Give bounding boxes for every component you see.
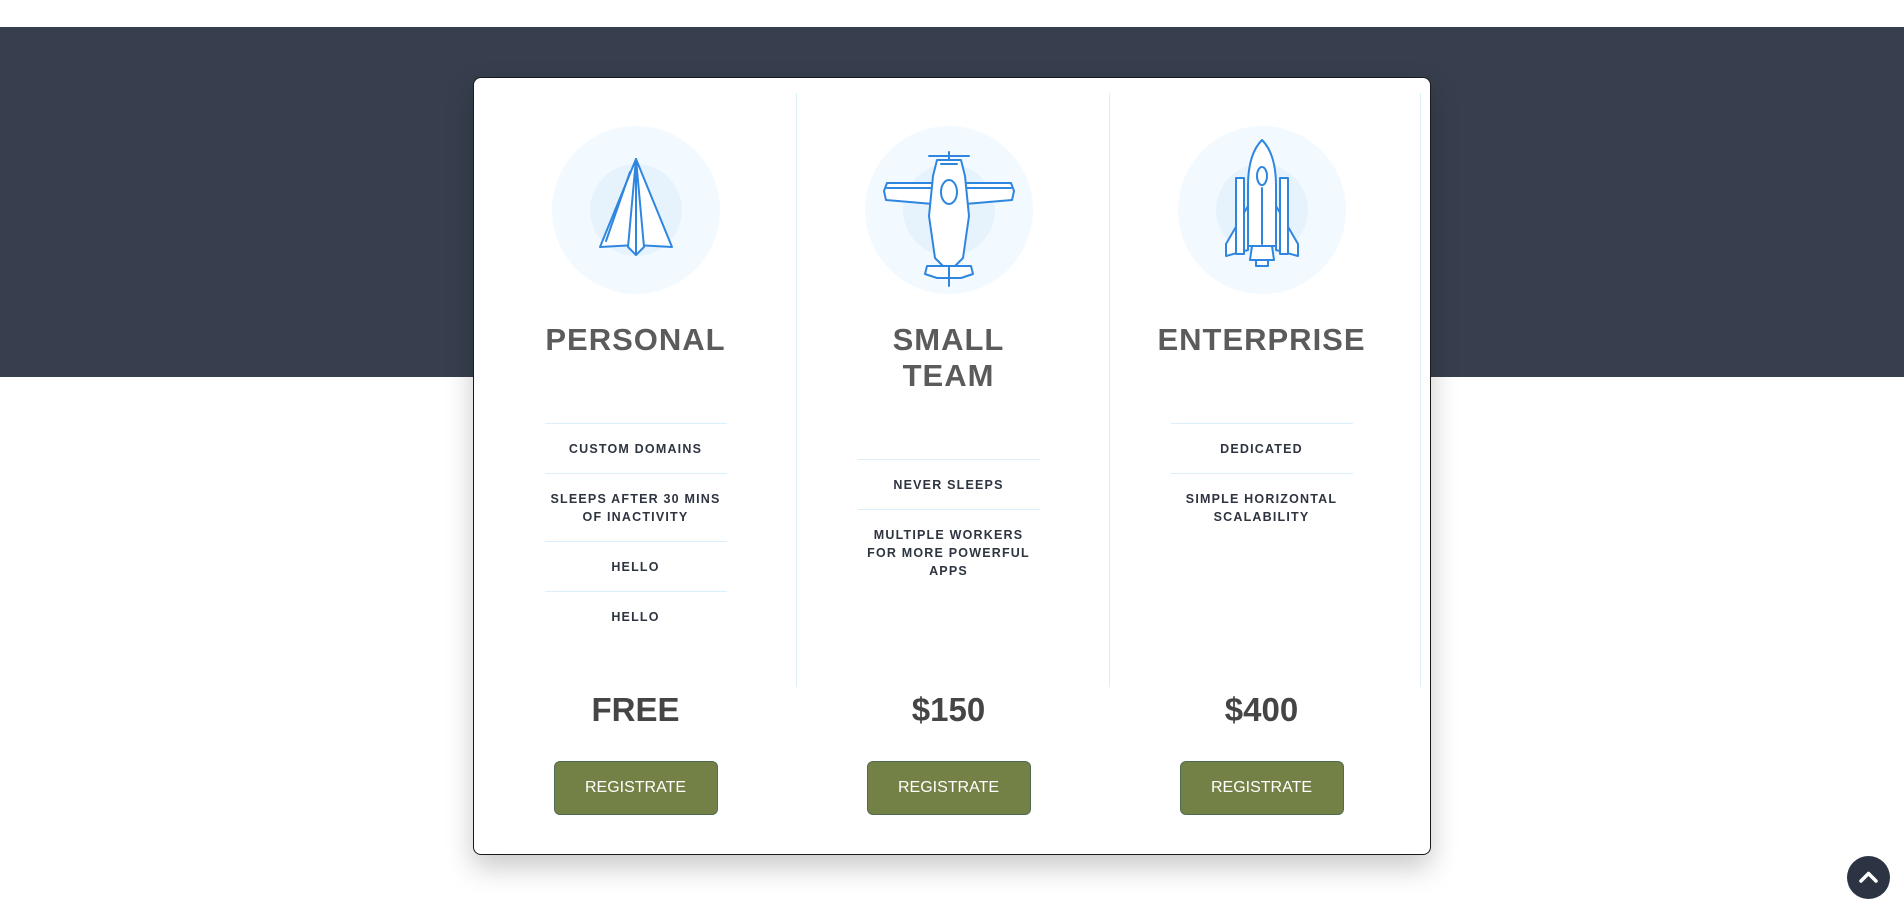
space-shuttle-icon [1224, 139, 1299, 267]
chevron-up-icon [1859, 871, 1878, 883]
register-button[interactable]: REGISTRATE [553, 761, 718, 815]
plan-title: PERSONAL [545, 322, 726, 357]
plan-price: $400 [1224, 691, 1299, 728]
plan-personal: PERSONAL CUSTOM DOMAINS SLEEPS AFTER 30 … [479, 78, 792, 854]
plan-icon-background [551, 126, 720, 294]
feature-item: MULTIPLE WORKERS FOR MORE POWERFUL APPS [857, 509, 1040, 580]
feature-item: SLEEPS AFTER 30 MINS OF INACTIVITY [544, 473, 727, 541]
feature-item: HELLO [544, 541, 727, 591]
airplane-icon [882, 151, 1015, 287]
plan-title: SMALL TEAM [892, 322, 1005, 393]
register-button[interactable]: REGISTRATE [1179, 761, 1344, 815]
paper-plane-icon [598, 158, 673, 256]
plan-icon-background [1177, 126, 1346, 294]
feature-item: SIMPLE HORIZONTAL SCALABILITY [1170, 473, 1353, 541]
feature-item: HELLO [544, 591, 727, 641]
plan-icon-background [864, 126, 1033, 294]
scroll-to-top-button[interactable] [1847, 856, 1890, 899]
feature-item: DEDICATED [1170, 423, 1353, 473]
feature-item: CUSTOM DOMAINS [544, 423, 727, 473]
column-divider [1420, 93, 1421, 687]
feature-item: NEVER SLEEPS [857, 459, 1040, 509]
plan-small-team: SMALL TEAM NEVER SLEEPS MULTIPLE WORKERS… [792, 78, 1105, 854]
feature-list: NEVER SLEEPS MULTIPLE WORKERS FOR MORE P… [857, 459, 1040, 580]
plan-title: ENTERPRISE [1157, 322, 1366, 357]
feature-list: CUSTOM DOMAINS SLEEPS AFTER 30 MINS OF I… [544, 423, 727, 641]
pricing-table: PERSONAL CUSTOM DOMAINS SLEEPS AFTER 30 … [473, 77, 1431, 855]
feature-list: DEDICATED SIMPLE HORIZONTAL SCALABILITY [1170, 423, 1353, 541]
plan-price: FREE [591, 691, 680, 728]
plan-enterprise: ENTERPRISE DEDICATED SIMPLE HORIZONTAL S… [1105, 78, 1418, 854]
register-button[interactable]: REGISTRATE [866, 761, 1031, 815]
plan-price: $150 [911, 691, 986, 728]
